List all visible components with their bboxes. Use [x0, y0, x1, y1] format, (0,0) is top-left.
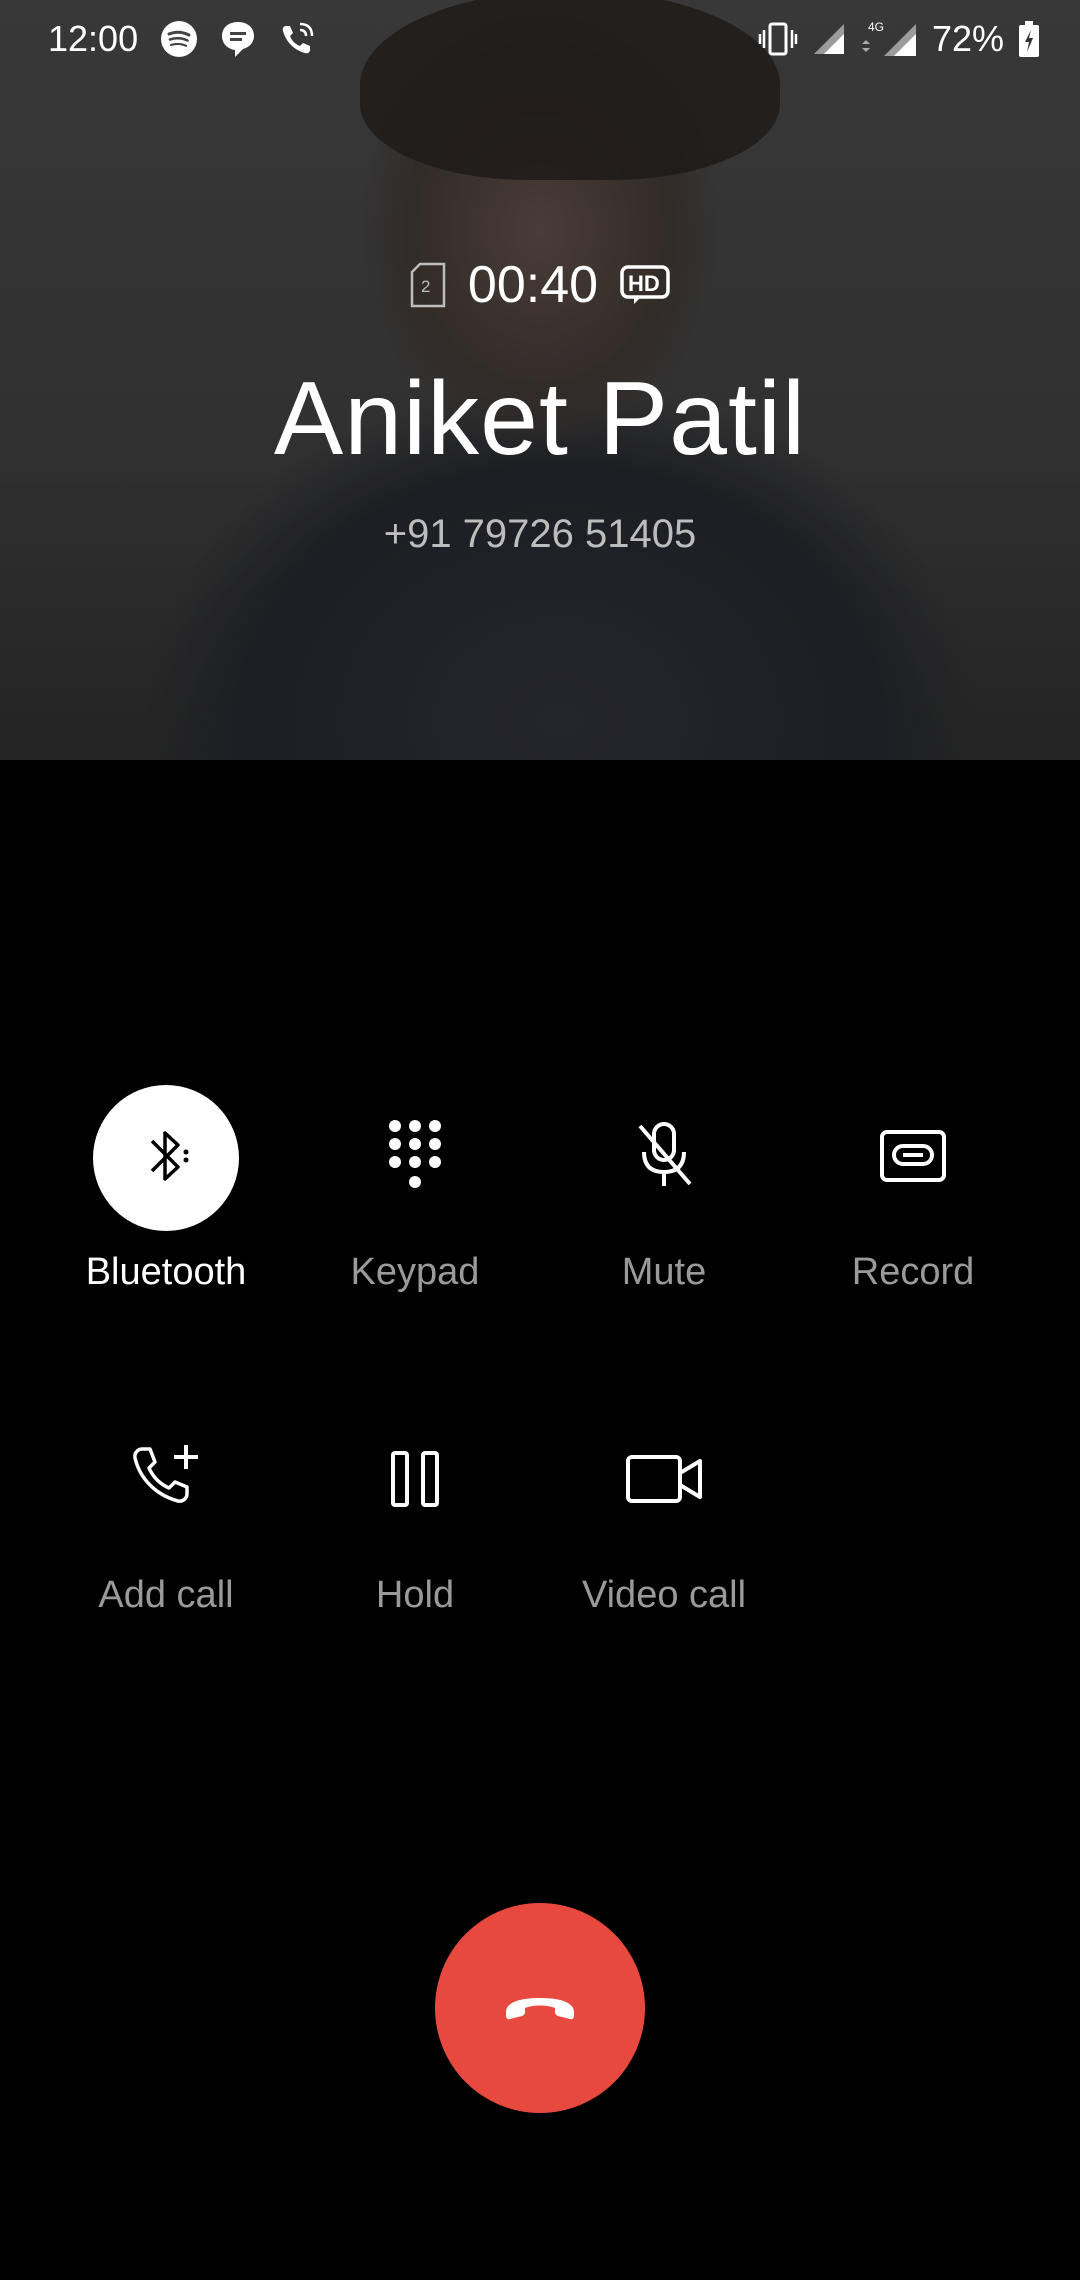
bluetooth-button[interactable]: Bluetooth: [46, 1085, 286, 1294]
hd-voice-icon: HD: [620, 265, 670, 305]
status-bar-left: 12:00: [48, 18, 316, 60]
call-timer: 00:40: [467, 256, 599, 314]
keypad-button-circle[interactable]: [342, 1085, 488, 1231]
record-button-circle[interactable]: [840, 1085, 986, 1231]
signal-sim1-icon: [812, 22, 846, 56]
sim-card-icon: 2: [410, 262, 446, 308]
chat-bubble-icon: [220, 20, 256, 58]
hd-label: HD: [628, 271, 660, 296]
record-button[interactable]: Record: [793, 1085, 1033, 1294]
battery-percent: 72%: [931, 18, 1004, 59]
status-bar-right: 4G 72%: [758, 18, 1040, 60]
video-camera-icon: [624, 1451, 704, 1512]
status-bar: 12:00 4G 72%: [0, 0, 1080, 80]
hold-label: Hold: [375, 1574, 455, 1616]
record-tape-icon: [878, 1126, 948, 1191]
call-meta-row: 2 00:40 HD: [0, 255, 1080, 315]
hold-button[interactable]: Hold: [295, 1408, 535, 1617]
mic-off-icon: [632, 1120, 696, 1197]
record-label: Record: [851, 1251, 975, 1293]
dialpad-icon: [385, 1118, 445, 1199]
phone-hangup-icon: [500, 1986, 580, 2031]
bluetooth-button-circle[interactable]: [93, 1085, 239, 1231]
add-call-button[interactable]: Add call: [46, 1408, 286, 1617]
sim-slot-number: 2: [421, 277, 430, 296]
spotify-icon: [160, 20, 198, 58]
caller-number: +91 79726 51405: [383, 512, 697, 556]
bluetooth-label: Bluetooth: [85, 1251, 247, 1293]
mute-button[interactable]: Mute: [544, 1085, 784, 1294]
keypad-button[interactable]: Keypad: [295, 1085, 535, 1294]
add-call-icon: [126, 1439, 206, 1524]
end-call-button[interactable]: [435, 1903, 645, 2113]
video-call-label: Video call: [581, 1574, 747, 1616]
add-call-label: Add call: [98, 1574, 234, 1616]
network-type-label: 4G: [868, 20, 884, 34]
signal-4g-icon: 4G: [860, 20, 918, 58]
vibrate-icon: [758, 20, 798, 58]
mute-label: Mute: [621, 1251, 707, 1293]
hold-button-circle[interactable]: [342, 1408, 488, 1554]
caller-name: Aniket Patil: [273, 361, 807, 477]
pause-icon: [390, 1449, 440, 1514]
bluetooth-icon: [134, 1121, 198, 1196]
wifi-call-icon: [278, 20, 316, 58]
video-call-button-circle[interactable]: [591, 1408, 737, 1554]
add-call-button-circle[interactable]: [93, 1408, 239, 1554]
video-call-button[interactable]: Video call: [544, 1408, 784, 1617]
mute-button-circle[interactable]: [591, 1085, 737, 1231]
battery-charging-icon: [1018, 20, 1040, 58]
status-time: 12:00: [48, 18, 139, 59]
keypad-label: Keypad: [350, 1251, 480, 1293]
